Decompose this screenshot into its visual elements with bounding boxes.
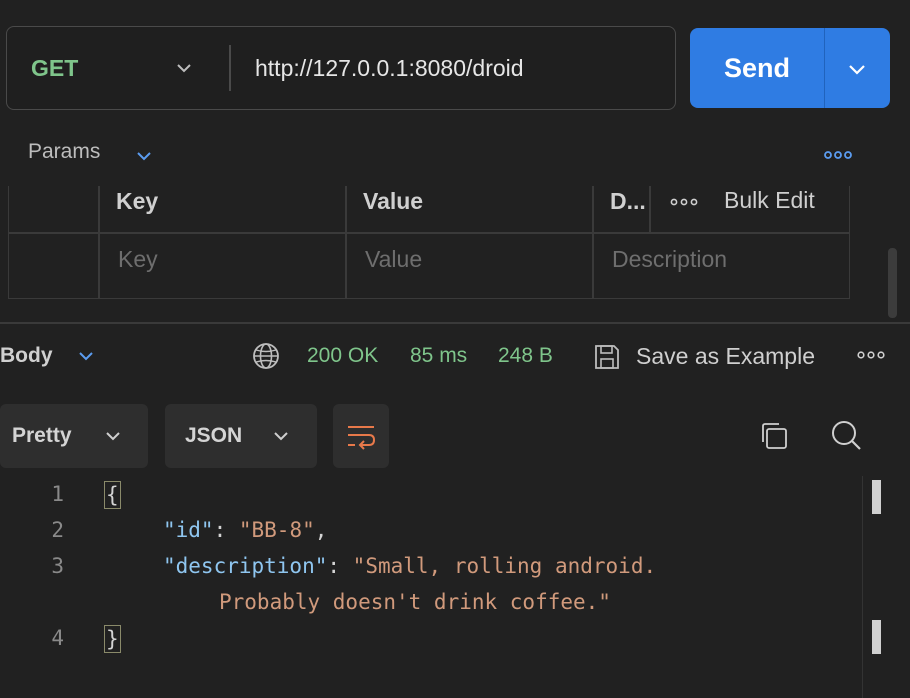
column-divider <box>649 186 651 232</box>
params-table: Key Value D... Bulk Edit Key Value Descr… <box>8 186 850 299</box>
line-number: 3 <box>51 554 64 578</box>
response-size[interactable]: 248 B <box>498 344 553 368</box>
column-header-value: Value <box>363 188 424 214</box>
response-time[interactable]: 85 ms <box>410 344 467 368</box>
line-number: 2 <box>51 518 64 542</box>
more-options-icon[interactable] <box>669 194 699 210</box>
chevron-down-icon <box>106 432 120 441</box>
format-select[interactable]: JSON <box>165 404 317 468</box>
code-scrollbar-marker[interactable] <box>872 480 881 514</box>
code-line: "id": "BB-8", <box>163 518 328 542</box>
globe-icon[interactable] <box>251 341 281 371</box>
search-icon[interactable] <box>829 418 863 452</box>
json-string: Probably doesn't drink coffee." <box>219 590 611 614</box>
key-input[interactable]: Key <box>118 246 158 273</box>
save-icon[interactable] <box>592 342 622 372</box>
code-line: Probably doesn't drink coffee." <box>219 590 611 614</box>
value-input[interactable]: Value <box>365 246 422 273</box>
json-string: "BB-8" <box>238 518 315 542</box>
method-select[interactable]: GET <box>31 27 78 109</box>
chevron-down-icon[interactable] <box>75 345 97 367</box>
close-brace: } <box>104 625 121 653</box>
row-divider <box>9 232 849 234</box>
section-divider <box>0 322 910 324</box>
column-divider <box>345 186 347 298</box>
code-scrollbar-marker[interactable] <box>872 620 881 654</box>
more-options-icon[interactable] <box>822 144 854 166</box>
line-number: 1 <box>51 482 64 506</box>
json-key: "id" <box>163 518 214 542</box>
wrap-lines-button[interactable] <box>333 404 389 468</box>
bulk-edit-button[interactable]: Bulk Edit <box>724 187 815 214</box>
send-label[interactable]: Send <box>690 28 824 108</box>
url-bar: GET http://127.0.0.1:8080/droid <box>6 26 676 110</box>
wrap-lines-icon <box>348 426 376 450</box>
json-string: "Small, rolling android. <box>352 554 657 578</box>
send-divider <box>824 28 825 108</box>
body-tab[interactable]: Body <box>0 344 53 368</box>
chevron-down-icon <box>274 432 288 441</box>
status-code[interactable]: 200 OK <box>307 344 378 368</box>
url-input[interactable]: http://127.0.0.1:8080/droid <box>255 27 524 109</box>
url-divider <box>229 45 231 91</box>
column-divider <box>98 186 100 298</box>
column-header-key: Key <box>116 188 159 214</box>
chevron-down-icon[interactable] <box>845 57 869 81</box>
view-mode-label: Pretty <box>12 424 72 447</box>
response-code-view[interactable]: 1 2 3 4 { "id": "BB-8", "description": "… <box>0 476 910 698</box>
send-button[interactable]: Send <box>690 28 890 108</box>
json-key: "description" <box>163 554 328 578</box>
code-line: { <box>104 481 121 509</box>
save-as-example-button[interactable]: Save as Example <box>636 343 815 370</box>
format-label: JSON <box>185 424 243 447</box>
description-input[interactable]: Description <box>612 246 727 273</box>
column-divider <box>592 186 594 298</box>
chevron-down-icon[interactable] <box>173 57 195 79</box>
copy-icon[interactable] <box>758 420 790 452</box>
params-label[interactable]: Params <box>28 140 100 164</box>
view-mode-select[interactable]: Pretty <box>0 404 148 468</box>
open-brace: { <box>104 481 121 509</box>
code-scrollbar-track <box>862 476 863 698</box>
column-header-description: D... <box>610 188 646 214</box>
code-line: "description": "Small, rolling android. <box>163 554 657 578</box>
params-scrollbar[interactable] <box>888 248 897 318</box>
code-line: } <box>104 625 121 653</box>
line-number: 4 <box>51 626 64 650</box>
more-options-icon[interactable] <box>855 347 887 363</box>
chevron-down-icon[interactable] <box>133 145 155 167</box>
